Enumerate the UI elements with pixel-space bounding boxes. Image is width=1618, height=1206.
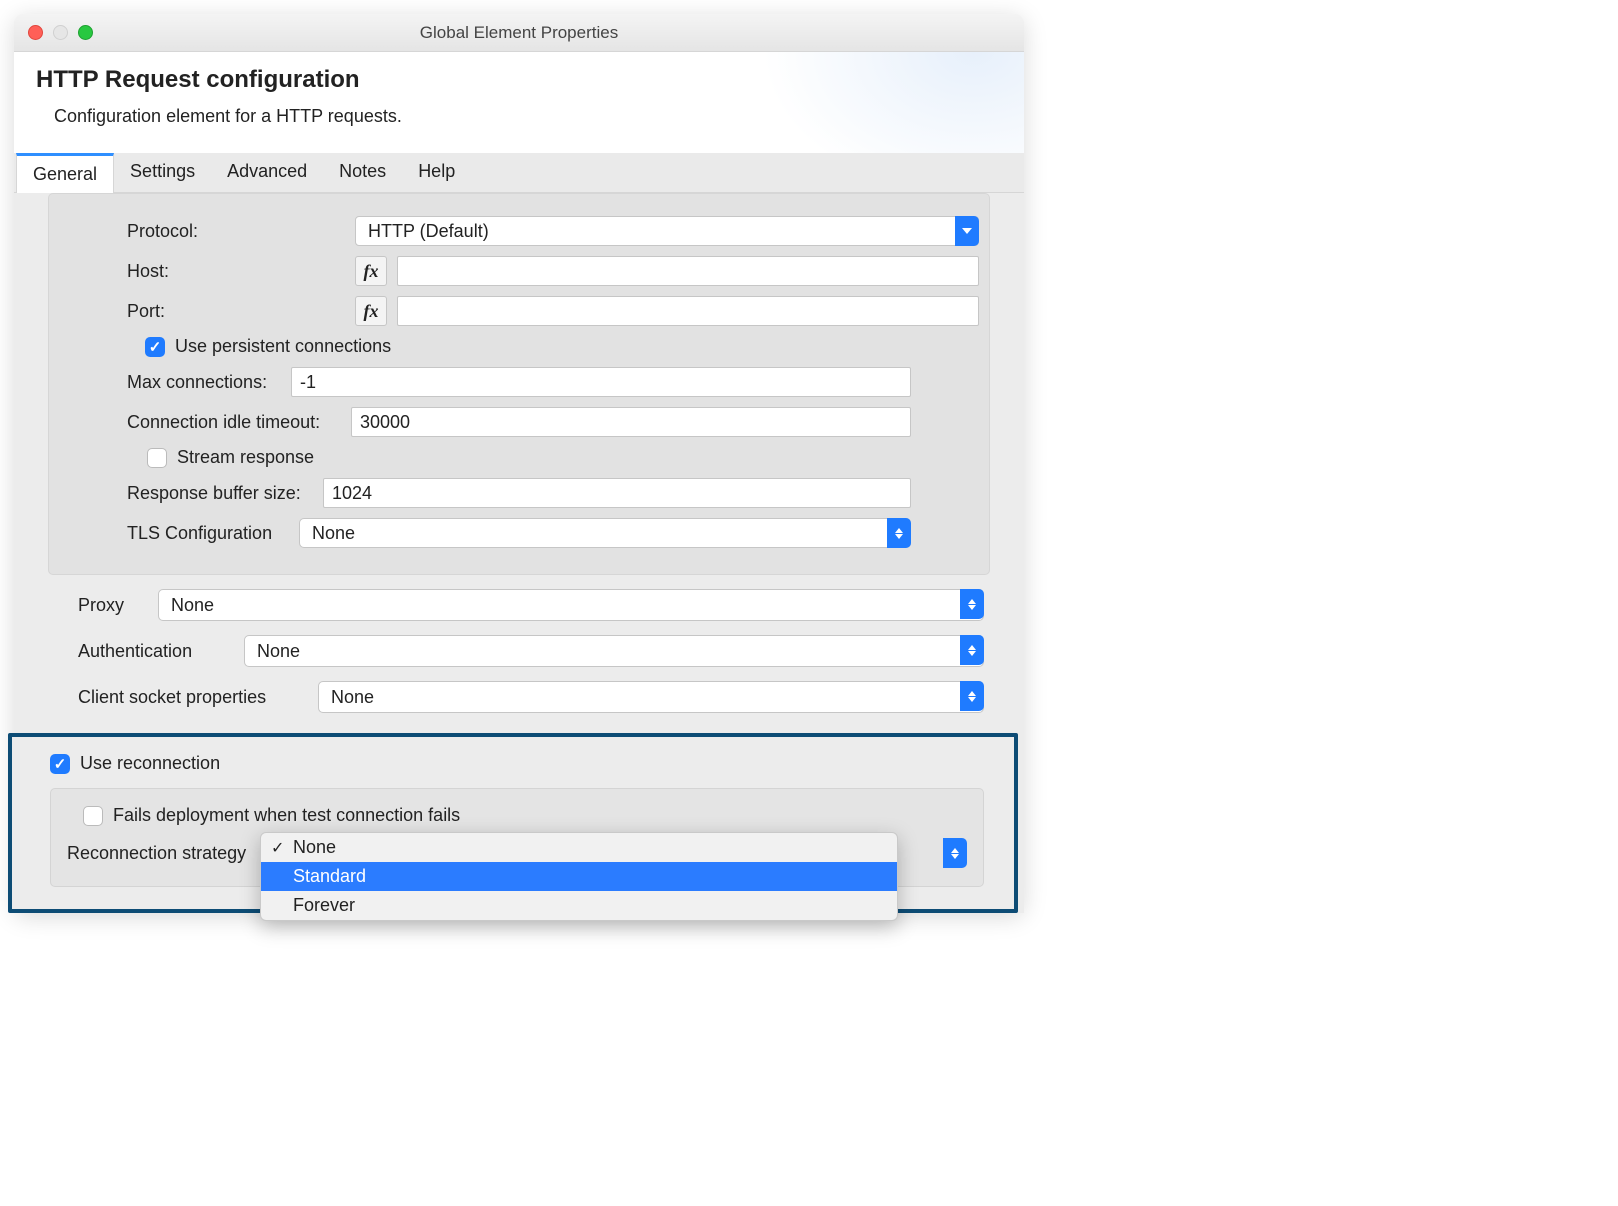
dialog-header: HTTP Request configuration Configuration…: [14, 52, 1024, 153]
host-input[interactable]: [397, 256, 979, 286]
minimize-icon: [53, 25, 68, 40]
port-label: Port:: [127, 301, 355, 322]
protocol-value: HTTP (Default): [355, 216, 979, 246]
dropdown-option-forever[interactable]: Forever: [261, 891, 897, 920]
socket-label: Client socket properties: [78, 687, 302, 708]
socket-select[interactable]: None: [318, 681, 984, 713]
dialog-window: Global Element Properties HTTP Request c…: [14, 14, 1024, 913]
persistent-label: Use persistent connections: [175, 336, 391, 357]
idle-timeout-input[interactable]: [351, 407, 911, 437]
use-reconnection-checkbox[interactable]: [50, 754, 70, 774]
option-label: Forever: [293, 895, 355, 915]
check-icon: ✓: [271, 838, 284, 858]
idle-timeout-label: Connection idle timeout:: [127, 412, 351, 433]
proxy-select[interactable]: None: [158, 589, 984, 621]
reconnection-strategy-dropdown: ✓ None Standard Forever: [260, 832, 898, 921]
fx-button-host[interactable]: fx: [355, 256, 387, 286]
tls-label: TLS Configuration: [127, 523, 299, 544]
option-label: None: [293, 837, 336, 857]
max-connections-label: Max connections:: [127, 372, 291, 393]
tls-select[interactable]: None: [299, 518, 911, 548]
auth-value: None: [244, 635, 984, 667]
window-title: Global Element Properties: [14, 23, 1024, 43]
socket-value: None: [318, 681, 984, 713]
auth-select[interactable]: None: [244, 635, 984, 667]
fails-deployment-checkbox[interactable]: [83, 806, 103, 826]
proxy-value: None: [158, 589, 984, 621]
up-down-icon: [887, 518, 911, 548]
up-down-icon: [960, 635, 984, 665]
close-icon[interactable]: [28, 25, 43, 40]
up-down-icon: [960, 589, 984, 619]
window-controls: [14, 25, 93, 40]
tab-panel-general: Protocol: HTTP (Default) Host: fx Port: …: [14, 193, 1024, 913]
tab-bar: General Settings Advanced Notes Help: [14, 153, 1024, 193]
tab-advanced[interactable]: Advanced: [211, 153, 323, 192]
stream-response-label: Stream response: [177, 447, 314, 468]
reconnection-highlight: Use reconnection Fails deployment when t…: [8, 733, 1018, 913]
option-label: Standard: [293, 866, 366, 886]
proxy-label: Proxy: [78, 595, 142, 616]
host-label: Host:: [127, 261, 355, 282]
dropdown-option-standard[interactable]: Standard: [261, 862, 897, 891]
auth-label: Authentication: [78, 641, 228, 662]
chevron-down-icon: [955, 216, 979, 246]
reconnection-panel: Fails deployment when test connection fa…: [50, 788, 984, 887]
port-input[interactable]: [397, 296, 979, 326]
tab-help[interactable]: Help: [402, 153, 471, 192]
protocol-label: Protocol:: [127, 221, 355, 242]
fx-button-port[interactable]: fx: [355, 296, 387, 326]
dropdown-option-none[interactable]: ✓ None: [261, 833, 897, 862]
max-connections-input[interactable]: [291, 367, 911, 397]
tab-notes[interactable]: Notes: [323, 153, 402, 192]
reconnection-strategy-label: Reconnection strategy: [67, 843, 260, 864]
use-reconnection-label: Use reconnection: [80, 753, 220, 774]
fails-deployment-label: Fails deployment when test connection fa…: [113, 805, 460, 826]
tab-general[interactable]: General: [16, 153, 114, 193]
protocol-select[interactable]: HTTP (Default): [355, 216, 979, 246]
page-subtitle: Configuration element for a HTTP request…: [36, 102, 1002, 127]
titlebar: Global Element Properties: [14, 14, 1024, 52]
up-down-icon: [960, 681, 984, 711]
up-down-icon: [943, 838, 967, 868]
tls-value: None: [299, 518, 911, 548]
buffer-size-label: Response buffer size:: [127, 483, 323, 504]
zoom-icon[interactable]: [78, 25, 93, 40]
buffer-size-input[interactable]: [323, 478, 911, 508]
persistent-checkbox[interactable]: [145, 337, 165, 357]
tab-settings[interactable]: Settings: [114, 153, 211, 192]
connection-group: Protocol: HTTP (Default) Host: fx Port: …: [48, 193, 990, 575]
page-title: HTTP Request configuration: [36, 66, 1002, 94]
stream-response-checkbox[interactable]: [147, 448, 167, 468]
